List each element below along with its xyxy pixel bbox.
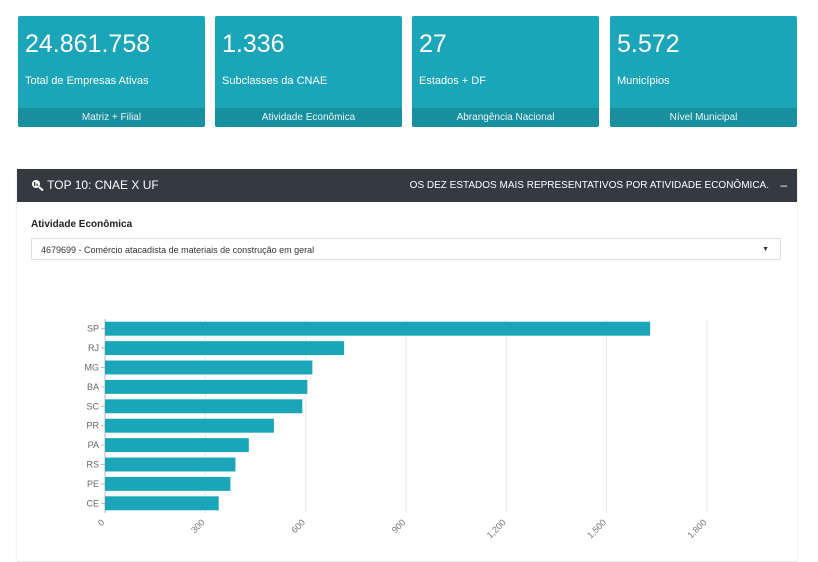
kpi-footer: Atividade Econômica [215,108,402,127]
kpi-footer: Abrangência Nacional [412,108,599,127]
y-tick-label: RS [86,460,99,470]
y-tick-label: MG [85,363,100,373]
y-tick-label: PA [88,440,99,450]
y-tick-label: BA [87,382,99,392]
kpi-value: 24.861.758 [25,30,151,58]
bar-ba[interactable] [105,379,308,394]
kpi-label: Municípios [617,75,670,87]
bar-sc[interactable] [105,399,303,414]
y-tick-label: RJ [88,343,99,353]
y-tick-label: SP [87,324,99,334]
kpi-footer: Matriz + Filial [18,108,205,127]
y-tick-label: SC [86,401,99,411]
bar-rs[interactable] [105,457,236,472]
x-tick-label: 300 [189,517,207,535]
x-tick-label: 0 [96,517,107,528]
x-tick-label: 600 [289,517,307,535]
kpi-card-estados: 27 Estados + DF Abrangência Nacional [412,16,599,127]
kpi-footer: Nível Municipal [610,108,797,127]
y-tick-label: PR [86,421,99,431]
bar-rj[interactable] [105,341,345,356]
x-tick-label: 1,500 [585,517,608,540]
kpi-label: Total de Empresas Ativas [25,75,149,87]
bar-chart: 0 300 600 900 1,200 1,500 1,800 SP RJ MG BA SC PR PA R… [85,319,708,540]
kpi-card-subclasses: 1.336 Subclasses da CNAE Atividade Econô… [215,16,402,127]
x-tick-label: 1,800 [685,517,708,540]
kpi-label: Estados + DF [419,75,486,87]
kpi-value: 1.336 [222,30,285,58]
bar-mg[interactable] [105,360,313,375]
y-tick-label: PE [87,479,99,489]
x-tick-label: 900 [390,517,408,535]
top10-panel: TOP 10: CNAE X UF OS DEZ ESTADOS MAIS RE… [17,169,797,561]
kpi-value: 5.572 [617,30,680,58]
kpi-label: Subclasses da CNAE [222,75,328,87]
bar-pr[interactable] [105,418,274,433]
bar-sp[interactable] [105,321,651,336]
bar-ce[interactable] [105,496,219,511]
kpi-card-municipios: 5.572 Municípios Nível Municipal [610,16,797,127]
y-tick-label: CE [86,498,99,508]
x-tick-label: 1,200 [485,517,508,540]
bar-pa[interactable] [105,438,249,453]
kpi-value: 27 [419,30,447,58]
bar-pe[interactable] [105,476,231,491]
kpi-card-total-empresas: 24.861.758 Total de Empresas Ativas Matr… [18,16,205,127]
